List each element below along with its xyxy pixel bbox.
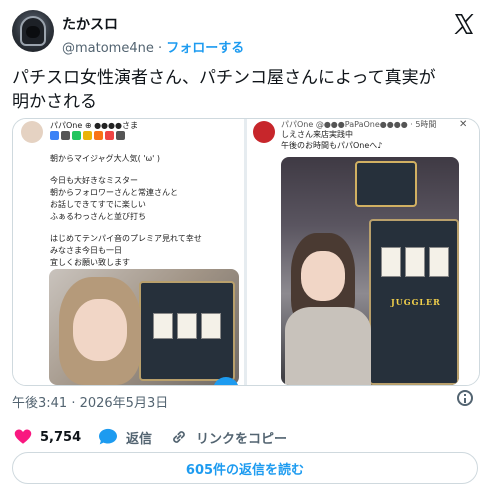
reel-shape — [429, 247, 449, 277]
link-icon — [173, 431, 185, 443]
author-handle[interactable]: @matome4ne — [62, 41, 154, 56]
post-line: 朝からフォロワーさんと常連さんと — [50, 188, 178, 197]
post-header: パパOne ⊕ ●●●●さま — [50, 121, 138, 130]
post-line: みなさま今日も一日 — [50, 246, 122, 255]
machine-label: JUGGLER — [391, 297, 441, 307]
face-shape — [301, 251, 345, 301]
reel-shape — [381, 247, 401, 277]
post-avatar — [21, 121, 43, 143]
post-line: ふぁるわっさんと並び打ち — [50, 212, 146, 221]
reply-label: 返信 — [126, 431, 153, 447]
avatar-face-shape — [26, 26, 40, 38]
media-image-left[interactable]: パパOne ⊕ ●●●●さま 朝からマイジャグ大人気( 'ω' ) 今日も大好き… — [13, 119, 244, 385]
copy-link-label: リンクをコピー — [196, 431, 288, 447]
reel-shape — [177, 313, 197, 339]
face-shape — [73, 299, 127, 361]
author-name[interactable]: たかスロ — [62, 14, 118, 34]
handle-separator: · — [158, 41, 163, 56]
x-logo-icon[interactable] — [452, 12, 476, 36]
like-count: 5,754 — [40, 429, 82, 445]
reel-shape — [201, 313, 221, 339]
post-line: 午後のお時間もパパOneへ♪ — [281, 141, 383, 150]
post-avatar — [253, 121, 275, 143]
heart-icon — [14, 429, 32, 444]
pachislot-photo: JUGGLER — [281, 157, 459, 385]
reel-shape — [405, 247, 425, 277]
media-image-right[interactable]: パパOne @●●●PaPaOne●●●● · 5時間 ✕ しえさん来店実践中 … — [247, 119, 479, 385]
close-icon: ✕ — [459, 119, 468, 130]
tweet-media[interactable]: パパOne ⊕ ●●●●さま 朝からマイジャグ大人気( 'ω' ) 今日も大好き… — [12, 118, 480, 386]
shirt-shape — [285, 307, 371, 385]
reply-button[interactable]: 返信 — [98, 426, 152, 448]
slot-machine-shape — [355, 161, 417, 207]
read-replies-button[interactable]: 605件の返信を読む — [12, 452, 478, 484]
tweet-text: パチスロ女性演者さん、パチンコ屋さんによって真実が 明かされる — [12, 66, 482, 114]
tweet-timestamp[interactable]: 午後3:41 · 2026年5月3日 — [12, 392, 168, 411]
emoji-heart-row — [50, 131, 125, 140]
info-icon[interactable] — [457, 390, 473, 406]
reel-shape — [153, 313, 173, 339]
copy-link-button[interactable]: リンクをコピー — [170, 426, 287, 448]
reply-bubble-icon — [99, 428, 117, 445]
post-line: しえさん来店実践中 — [281, 130, 353, 139]
tweet-card: たかスロ @matome4ne · フォローする パチスロ女性演者さん、パチンコ… — [0, 0, 490, 497]
post-line: 宜しくお願い致します — [50, 258, 130, 267]
author-avatar[interactable] — [12, 10, 54, 52]
post-line: お話しできてすでに楽しい — [50, 200, 146, 209]
tweet-text-line: 明かされる — [12, 92, 97, 112]
post-line: はじめてテンパイ音のプレミア見れて幸せ — [50, 234, 202, 243]
follow-button[interactable]: フォローする — [166, 41, 244, 56]
author-handle-row: @matome4ne · フォローする — [62, 37, 244, 56]
action-bar: 5,754 返信 リンクをコピー — [12, 426, 478, 448]
post-line: 今日も大好きなミスター — [50, 176, 138, 185]
tweet-text-line: パチスロ女性演者さん、パチンコ屋さんによって真実が — [12, 68, 436, 88]
post-line: 朝からマイジャグ大人気( 'ω' ) — [50, 154, 161, 163]
selfie-photo — [49, 269, 239, 385]
read-replies-label: 605件の返信を読む — [185, 462, 305, 478]
like-button[interactable]: 5,754 — [14, 426, 81, 448]
